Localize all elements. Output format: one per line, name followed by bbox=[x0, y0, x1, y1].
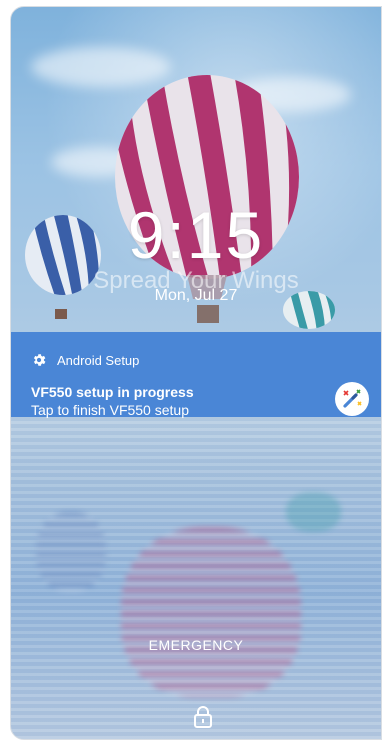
lock-screen: 9:15 Spread Your Wings Mon, Jul 27 Andro… bbox=[10, 6, 382, 740]
balloon-reflection bbox=[36, 512, 106, 592]
notification-title: VF550 setup in progress bbox=[31, 384, 194, 400]
magic-wand-icon bbox=[343, 389, 362, 408]
lockscreen-date: Mon, Jul 27 bbox=[154, 287, 238, 304]
emergency-call-button[interactable]: EMERGENCY bbox=[11, 637, 381, 653]
lockscreen-clock: 9:15 bbox=[127, 198, 265, 272]
notification-large-icon bbox=[335, 382, 369, 416]
balloon-reflection bbox=[121, 527, 301, 697]
lock-icon[interactable] bbox=[193, 705, 213, 729]
notification-header: Android Setup bbox=[31, 352, 139, 368]
setup-notification[interactable]: Android Setup VF550 setup in progress Ta… bbox=[11, 332, 381, 418]
gear-icon bbox=[33, 354, 46, 366]
balloon-reflection bbox=[286, 492, 341, 532]
notification-app-name: Android Setup bbox=[57, 352, 140, 368]
notification-text: Tap to finish VF550 setup bbox=[31, 402, 189, 418]
